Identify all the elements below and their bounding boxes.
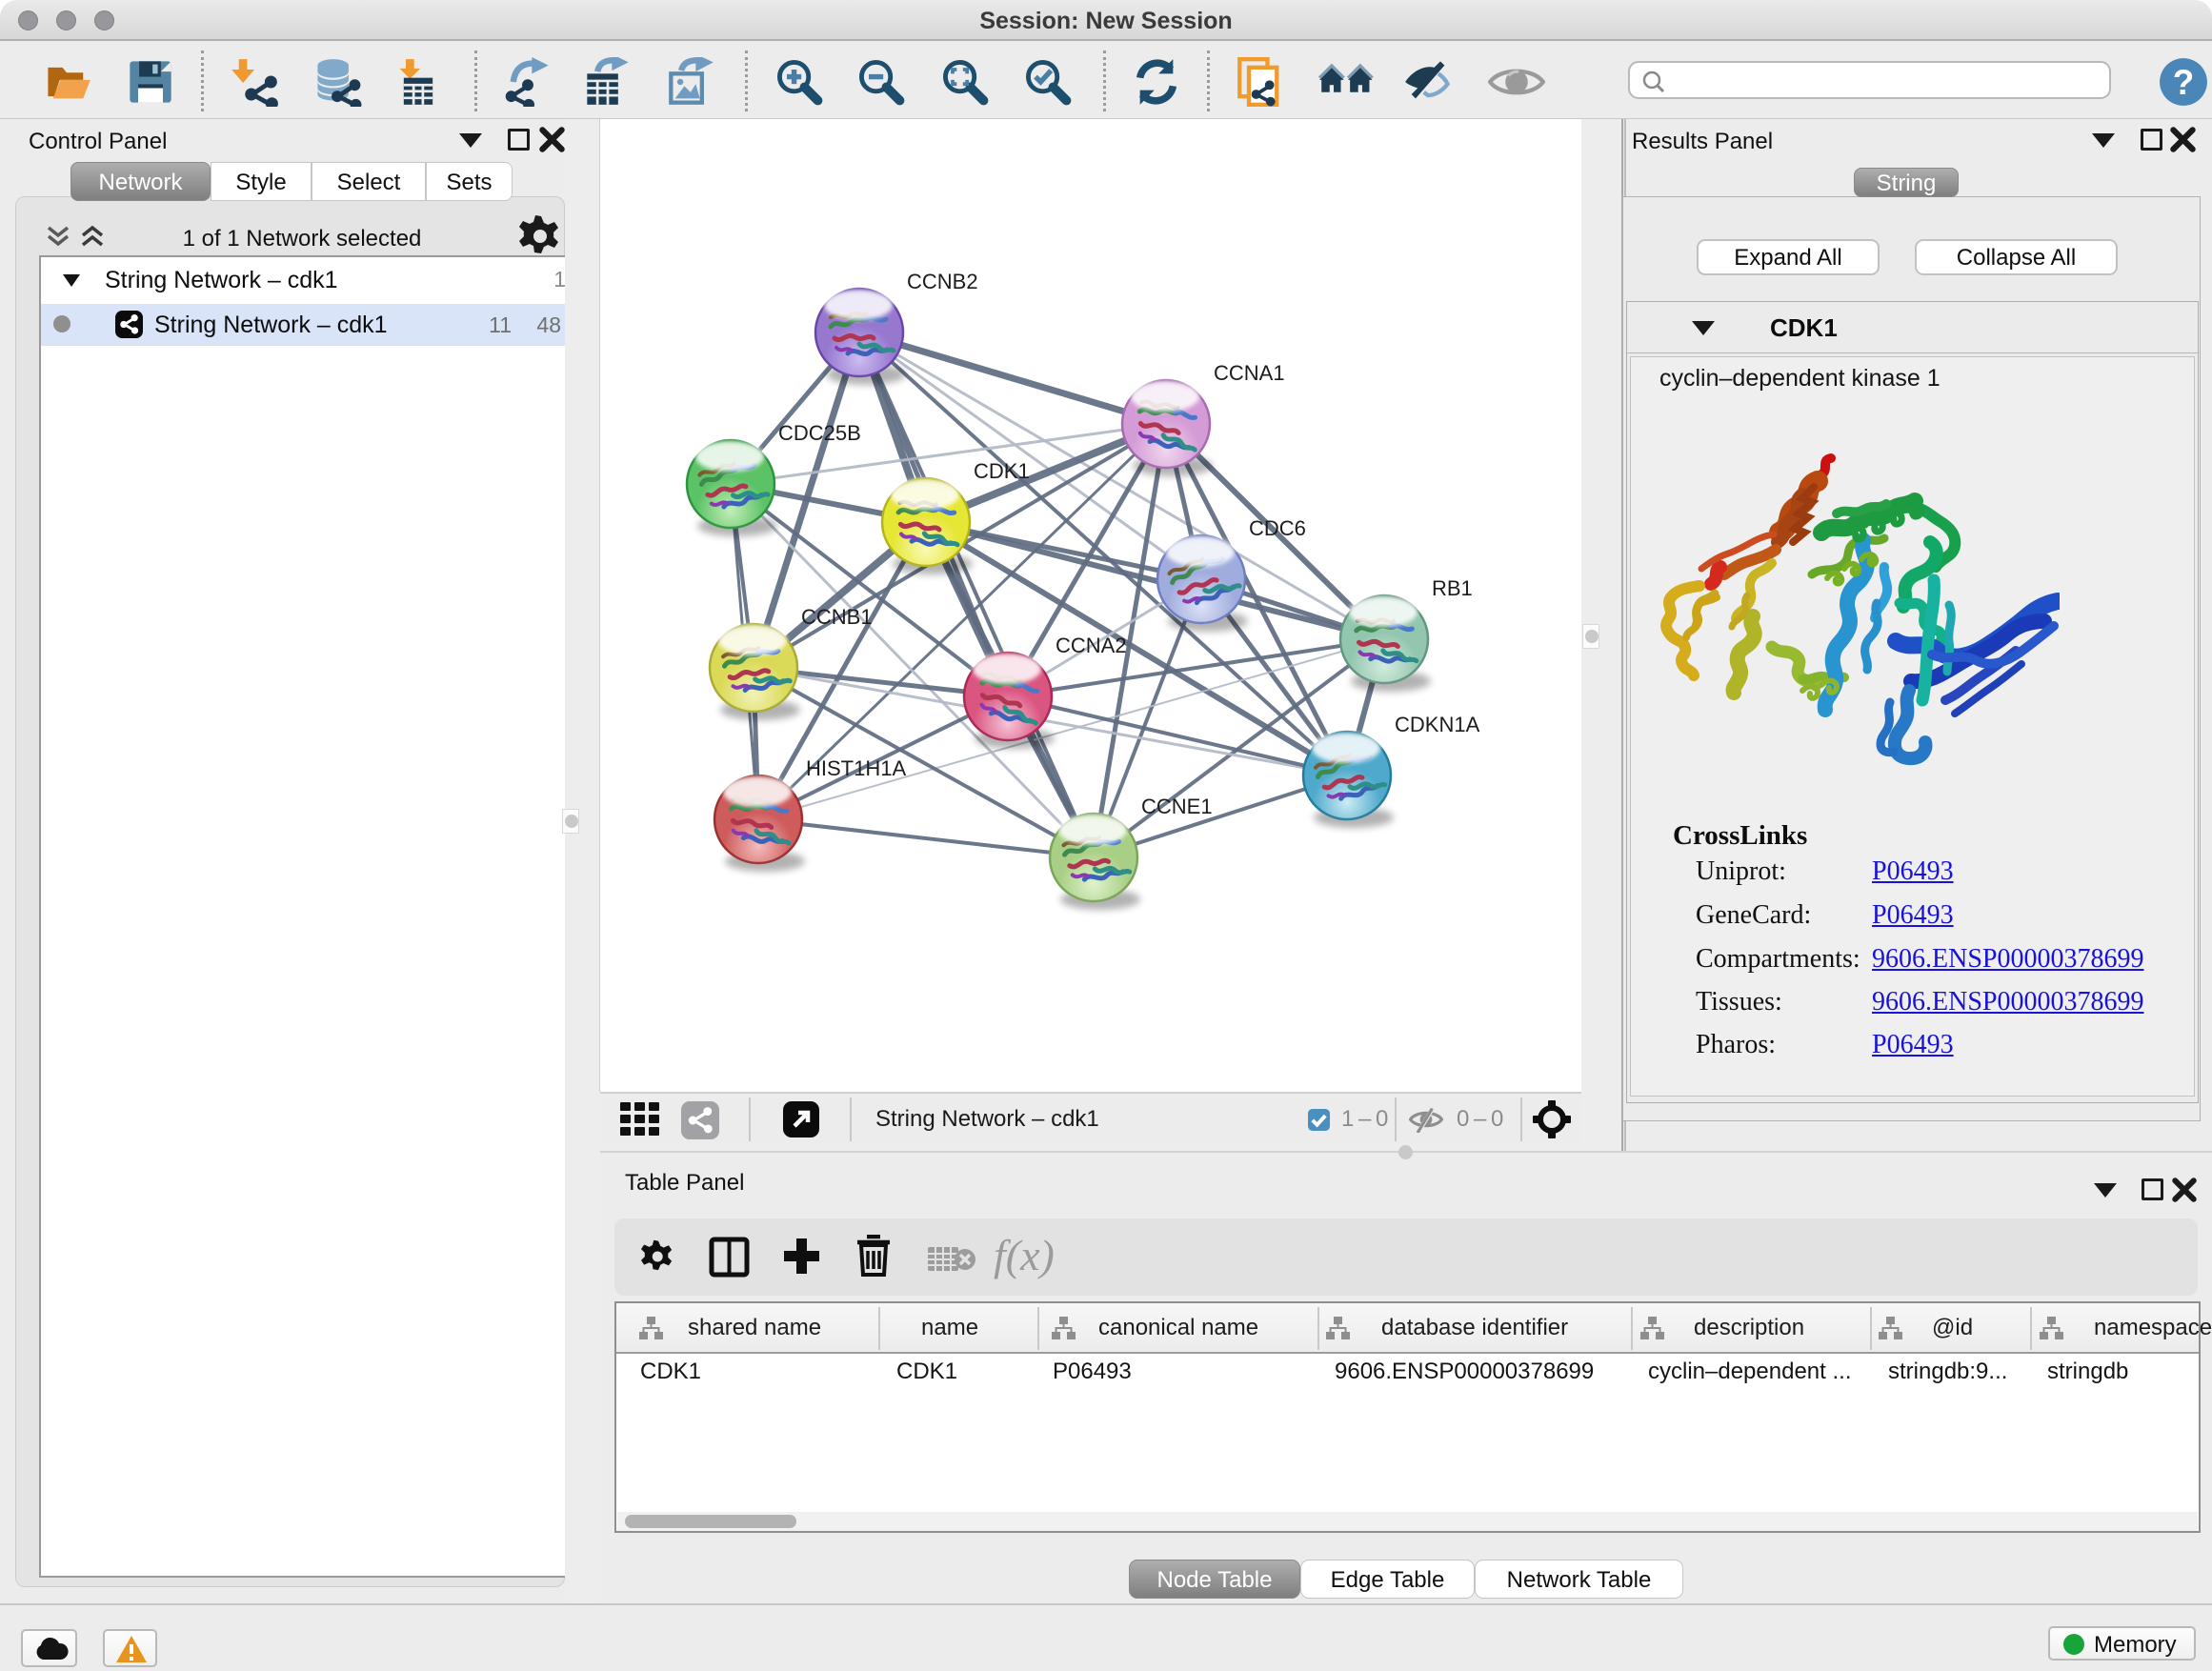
svg-text:CCNA2: CCNA2: [1056, 634, 1127, 657]
svg-text:CDK1: CDK1: [974, 459, 1030, 483]
svg-text:RB1: RB1: [1432, 576, 1473, 600]
svg-text:CCNE1: CCNE1: [1141, 795, 1213, 818]
svg-text:CDC25B: CDC25B: [778, 421, 861, 445]
svg-text:?: ?: [2173, 63, 2195, 102]
svg-text:CCNB2: CCNB2: [907, 270, 978, 293]
svg-text:CDC6: CDC6: [1249, 516, 1306, 540]
svg-text:CDKN1A: CDKN1A: [1395, 713, 1480, 736]
svg-text:CCNB1: CCNB1: [801, 605, 873, 629]
svg-text:CCNA1: CCNA1: [1214, 361, 1285, 385]
svg-text:HIST1H1A: HIST1H1A: [806, 756, 906, 780]
